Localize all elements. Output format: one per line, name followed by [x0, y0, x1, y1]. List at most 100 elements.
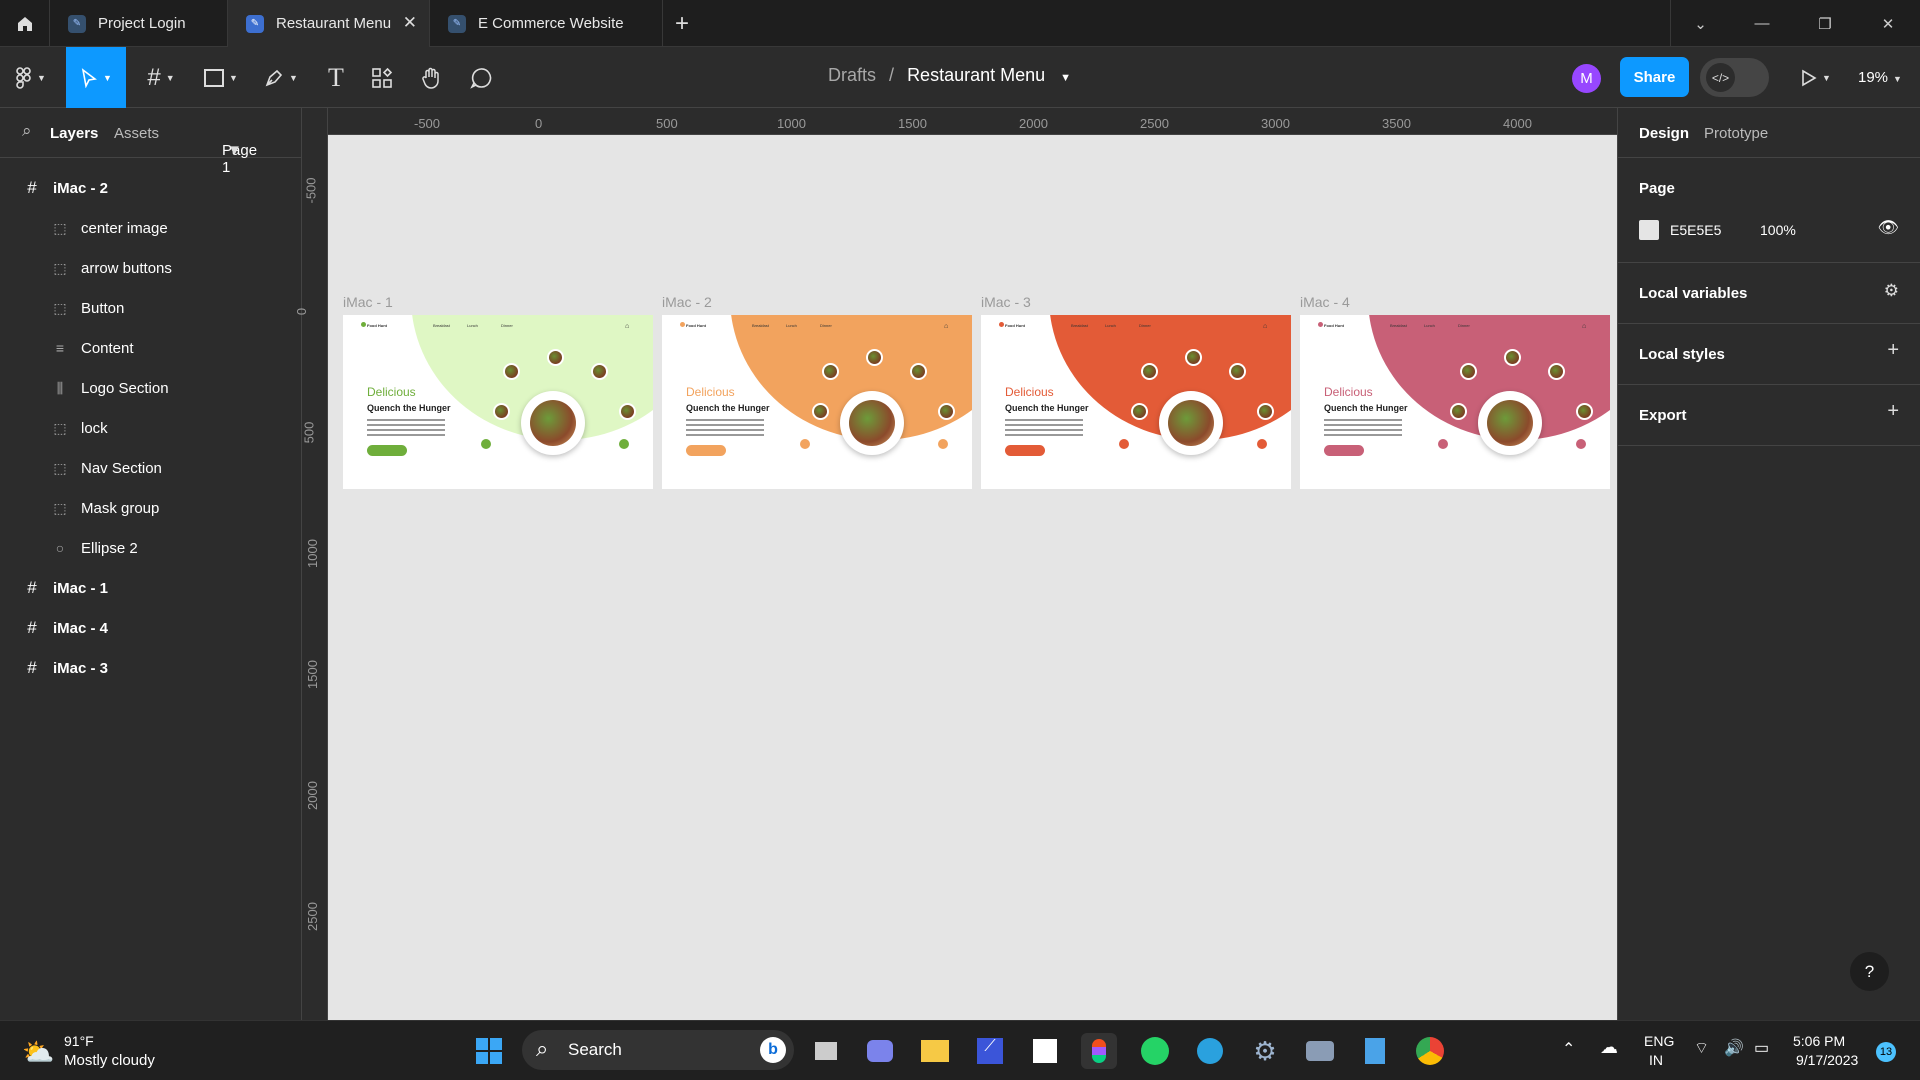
onedrive-icon[interactable]: ☁: [1600, 1037, 1618, 1058]
layer-item[interactable]: ⬚ lock: [0, 408, 302, 448]
eye-icon[interactable]: 👁: [1877, 218, 1899, 238]
layer-item[interactable]: # iMac - 2: [0, 168, 302, 208]
restore-icon[interactable]: ❐: [1795, 0, 1855, 47]
whatsapp-icon[interactable]: [1137, 1033, 1173, 1069]
comment-tool[interactable]: [460, 47, 502, 108]
figma-taskbar-icon[interactable]: [1081, 1033, 1117, 1069]
logo-icon: [361, 322, 366, 327]
frame-label[interactable]: iMac - 4: [1300, 294, 1350, 310]
layer-item[interactable]: ⬚ Mask group: [0, 488, 302, 528]
dev-mode-toggle[interactable]: </>: [1700, 58, 1769, 97]
variables-icon[interactable]: ⚙: [1884, 281, 1899, 301]
teams-icon[interactable]: [862, 1033, 898, 1069]
breadcrumb[interactable]: Drafts / Restaurant Menu ▼: [828, 65, 1071, 86]
frame-label[interactable]: iMac - 3: [981, 294, 1031, 310]
tab-prototype[interactable]: Prototype: [1704, 125, 1768, 142]
layer-item[interactable]: # iMac - 1: [0, 568, 302, 608]
move-tool[interactable]: ▼: [66, 47, 126, 108]
resources-tool[interactable]: [362, 47, 402, 108]
minimize-icon[interactable]: —: [1732, 0, 1792, 47]
imac-frame[interactable]: Food Hunt Breakfast Lunch Dinner ⌂ Delicious Q…: [343, 315, 653, 489]
arrow-right-button: [1576, 439, 1586, 449]
properties-panel: Design Prototype Page E5E5E5 100% 👁 Loca…: [1617, 108, 1920, 1020]
layer-item[interactable]: ⬚ Button: [0, 288, 302, 328]
figma-logo-icon: [16, 66, 31, 89]
hand-tool[interactable]: [412, 47, 452, 108]
weather-icon[interactable]: ⛅: [22, 1037, 54, 1068]
telegram-icon[interactable]: [1192, 1033, 1228, 1069]
tab-restaurant-menu[interactable]: ✎ Restaurant Menu ✕: [228, 0, 430, 47]
tab-layers[interactable]: Layers: [50, 125, 98, 142]
settings-icon[interactable]: ⚙: [1247, 1033, 1283, 1069]
store-icon[interactable]: [1027, 1033, 1063, 1069]
clock-date[interactable]: 9/17/2023: [1796, 1052, 1858, 1068]
tab-design[interactable]: Design: [1639, 125, 1689, 142]
layer-item[interactable]: ⫼ Logo Section: [0, 368, 302, 408]
imac-frame[interactable]: Food Hunt Breakfast Lunch Dinner ⌂ Delicious Q…: [662, 315, 972, 489]
battery-icon[interactable]: ▭: [1754, 1038, 1769, 1058]
chrome-icon[interactable]: [1412, 1033, 1448, 1069]
chevron-down-icon[interactable]: ⌄: [1670, 0, 1730, 47]
close-icon[interactable]: ✕: [403, 13, 417, 33]
body-text-line: [367, 419, 445, 421]
main-menu-button[interactable]: ▼: [8, 47, 54, 108]
color-swatch[interactable]: [1639, 220, 1659, 240]
start-icon[interactable]: [471, 1033, 507, 1069]
imac-frame[interactable]: Food Hunt Breakfast Lunch Dinner ⌂ Delicious Q…: [1300, 315, 1610, 489]
tab-assets[interactable]: Assets: [114, 125, 159, 142]
layer-item[interactable]: # iMac - 3: [0, 648, 302, 688]
camera-icon[interactable]: [1302, 1033, 1338, 1069]
weather-temp[interactable]: 91°F: [64, 1033, 94, 1049]
avatar[interactable]: M: [1572, 64, 1601, 93]
layer-item[interactable]: ⬚ Nav Section: [0, 448, 302, 488]
frame-label[interactable]: iMac - 2: [662, 294, 712, 310]
notepad-icon[interactable]: [1357, 1033, 1393, 1069]
home-icon[interactable]: [0, 0, 50, 47]
search-icon[interactable]: ⌕: [22, 121, 32, 141]
clock-time[interactable]: 5:06 PM: [1793, 1033, 1845, 1049]
layer-item[interactable]: ≡ Content: [0, 328, 302, 368]
volume-icon[interactable]: 🔊: [1724, 1038, 1744, 1058]
file-name[interactable]: Restaurant Menu: [907, 65, 1045, 85]
zoom-level[interactable]: 19% ▼: [1858, 69, 1902, 86]
lang-label[interactable]: ENG: [1644, 1033, 1674, 1049]
logo-icon: [680, 322, 685, 327]
taskbar-search[interactable]: ⌕ Search b: [522, 1030, 794, 1070]
chevron-up-icon[interactable]: ⌃: [1562, 1039, 1575, 1059]
local-variables-label[interactable]: Local variables: [1639, 285, 1747, 302]
file-explorer-icon[interactable]: [917, 1033, 953, 1069]
text-tool[interactable]: T: [316, 47, 356, 108]
app-icon[interactable]: ⟋: [972, 1033, 1008, 1069]
region-label[interactable]: IN: [1649, 1052, 1663, 1068]
wifi-icon[interactable]: ⌔: [1694, 1038, 1709, 1058]
add-style-icon[interactable]: +: [1887, 339, 1899, 362]
chevron-down-icon[interactable]: ▼: [1060, 72, 1071, 84]
page-color-value[interactable]: E5E5E5: [1670, 222, 1721, 238]
layer-item[interactable]: # iMac - 4: [0, 608, 302, 648]
layer-item[interactable]: ○ Ellipse 2: [0, 528, 302, 568]
weather-desc[interactable]: Mostly cloudy: [64, 1052, 155, 1069]
new-tab-icon[interactable]: +: [675, 10, 689, 38]
body-text-line: [367, 434, 445, 436]
close-window-icon[interactable]: ✕: [1858, 0, 1918, 47]
layer-item[interactable]: ⬚ arrow buttons: [0, 248, 302, 288]
dish-image: [619, 403, 636, 420]
canvas[interactable]: iMac - 1 Food Hunt Breakfast Lunch Dinner ⌂ De…: [328, 135, 1617, 1020]
help-icon[interactable]: ?: [1850, 952, 1889, 991]
breadcrumb-parent[interactable]: Drafts: [828, 65, 876, 85]
add-export-icon[interactable]: +: [1887, 400, 1899, 423]
pen-tool[interactable]: ▼: [256, 47, 306, 108]
tab-project-login[interactable]: ✎ Project Login: [50, 0, 228, 47]
tab-e-commerce-website[interactable]: ✎ E Commerce Website: [430, 0, 663, 47]
frame-tool[interactable]: # ▼: [136, 47, 186, 108]
arrow-left-button: [1119, 439, 1129, 449]
shape-tool[interactable]: ▼: [196, 47, 246, 108]
layer-item[interactable]: ⬚ center image: [0, 208, 302, 248]
page-opacity-value[interactable]: 100%: [1760, 222, 1796, 238]
share-button[interactable]: Share: [1620, 57, 1689, 97]
task-view-icon[interactable]: [808, 1033, 844, 1069]
present-button[interactable]: ▼: [1792, 47, 1840, 108]
frame-label[interactable]: iMac - 1: [343, 294, 393, 310]
imac-frame[interactable]: Food Hunt Breakfast Lunch Dinner ⌂ Delicious Q…: [981, 315, 1291, 489]
notification-badge[interactable]: 13: [1876, 1042, 1896, 1062]
